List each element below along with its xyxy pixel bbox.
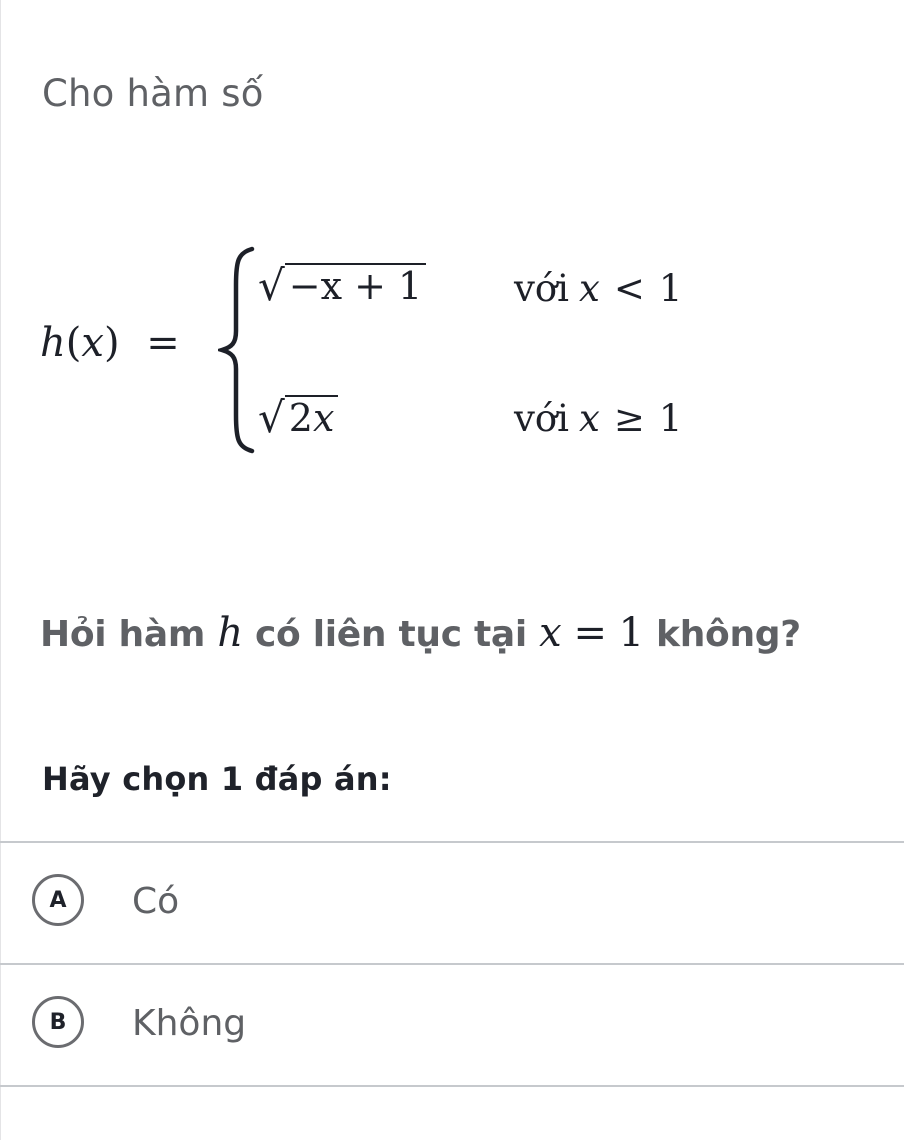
condition-word: với — [514, 267, 570, 310]
option-b[interactable]: B Không — [0, 965, 904, 1085]
question-text: Hỏi hàm h có liên tục tại x = 1 không? — [40, 610, 801, 656]
option-label: Không — [132, 1003, 247, 1044]
open-paren: ( — [65, 320, 82, 366]
radicand-1-text: −x + 1 — [288, 264, 423, 308]
condition-value: 1 — [658, 267, 683, 310]
radicand-2: 2x — [284, 395, 339, 440]
condition-op: ≥ — [613, 397, 645, 440]
radicand-2-num: 2 — [288, 396, 313, 440]
function-name: h — [40, 320, 66, 366]
question-value: 1 — [618, 610, 644, 656]
close-paren: ) — [103, 320, 120, 366]
question-func-name: h — [217, 610, 243, 656]
condition-var: x — [579, 267, 600, 310]
question-var: x — [539, 610, 562, 656]
sqrt-2: √ 2x — [258, 393, 339, 442]
question-part-1: Hỏi hàm — [40, 614, 206, 655]
condition-word: với — [514, 397, 570, 440]
function-arg: x — [81, 320, 104, 366]
case-2-condition: với x ≥1 — [514, 397, 682, 440]
case-1-expression: √ −x + 1 — [258, 261, 427, 310]
radicand-2-var: x — [312, 396, 335, 440]
condition-var: x — [579, 397, 600, 440]
radical-icon: √ — [258, 393, 285, 442]
equals-sign: = — [146, 320, 180, 366]
question-intro: Cho hàm số — [42, 72, 264, 115]
question-op: = — [573, 610, 607, 656]
option-letter-badge: B — [32, 996, 84, 1048]
answer-prompt: Hãy chọn 1 đáp án: — [42, 760, 392, 798]
left-brace-icon — [218, 246, 255, 454]
option-a[interactable]: A Có — [0, 843, 904, 963]
question-part-2: có liên tục tại — [255, 614, 527, 655]
radicand-1: −x + 1 — [284, 263, 427, 308]
divider — [0, 1085, 904, 1087]
case-2-expression: √ 2x — [258, 393, 339, 442]
option-label: Có — [132, 881, 180, 922]
case-1-condition: với x <1 — [514, 267, 682, 310]
question-part-3: không? — [656, 614, 801, 655]
radical-icon: √ — [258, 261, 285, 310]
condition-value: 1 — [658, 397, 683, 440]
sqrt-1: √ −x + 1 — [258, 261, 427, 310]
piecewise-formula: h(x) = √ −x + 1 với x <1 √ 2x với x ≥1 — [40, 245, 760, 455]
condition-op: < — [613, 267, 645, 310]
option-letter-badge: A — [32, 874, 84, 926]
formula-lhs: h(x) = — [40, 320, 180, 366]
